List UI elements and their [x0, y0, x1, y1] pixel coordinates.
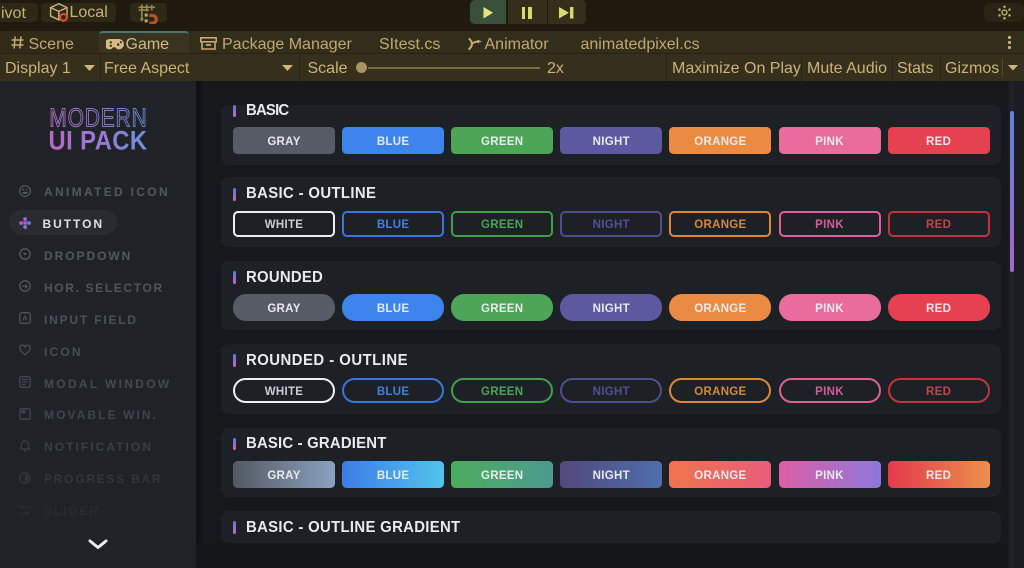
- svg-text:UI PACK: UI PACK: [49, 126, 148, 153]
- svg-text:A: A: [22, 314, 28, 323]
